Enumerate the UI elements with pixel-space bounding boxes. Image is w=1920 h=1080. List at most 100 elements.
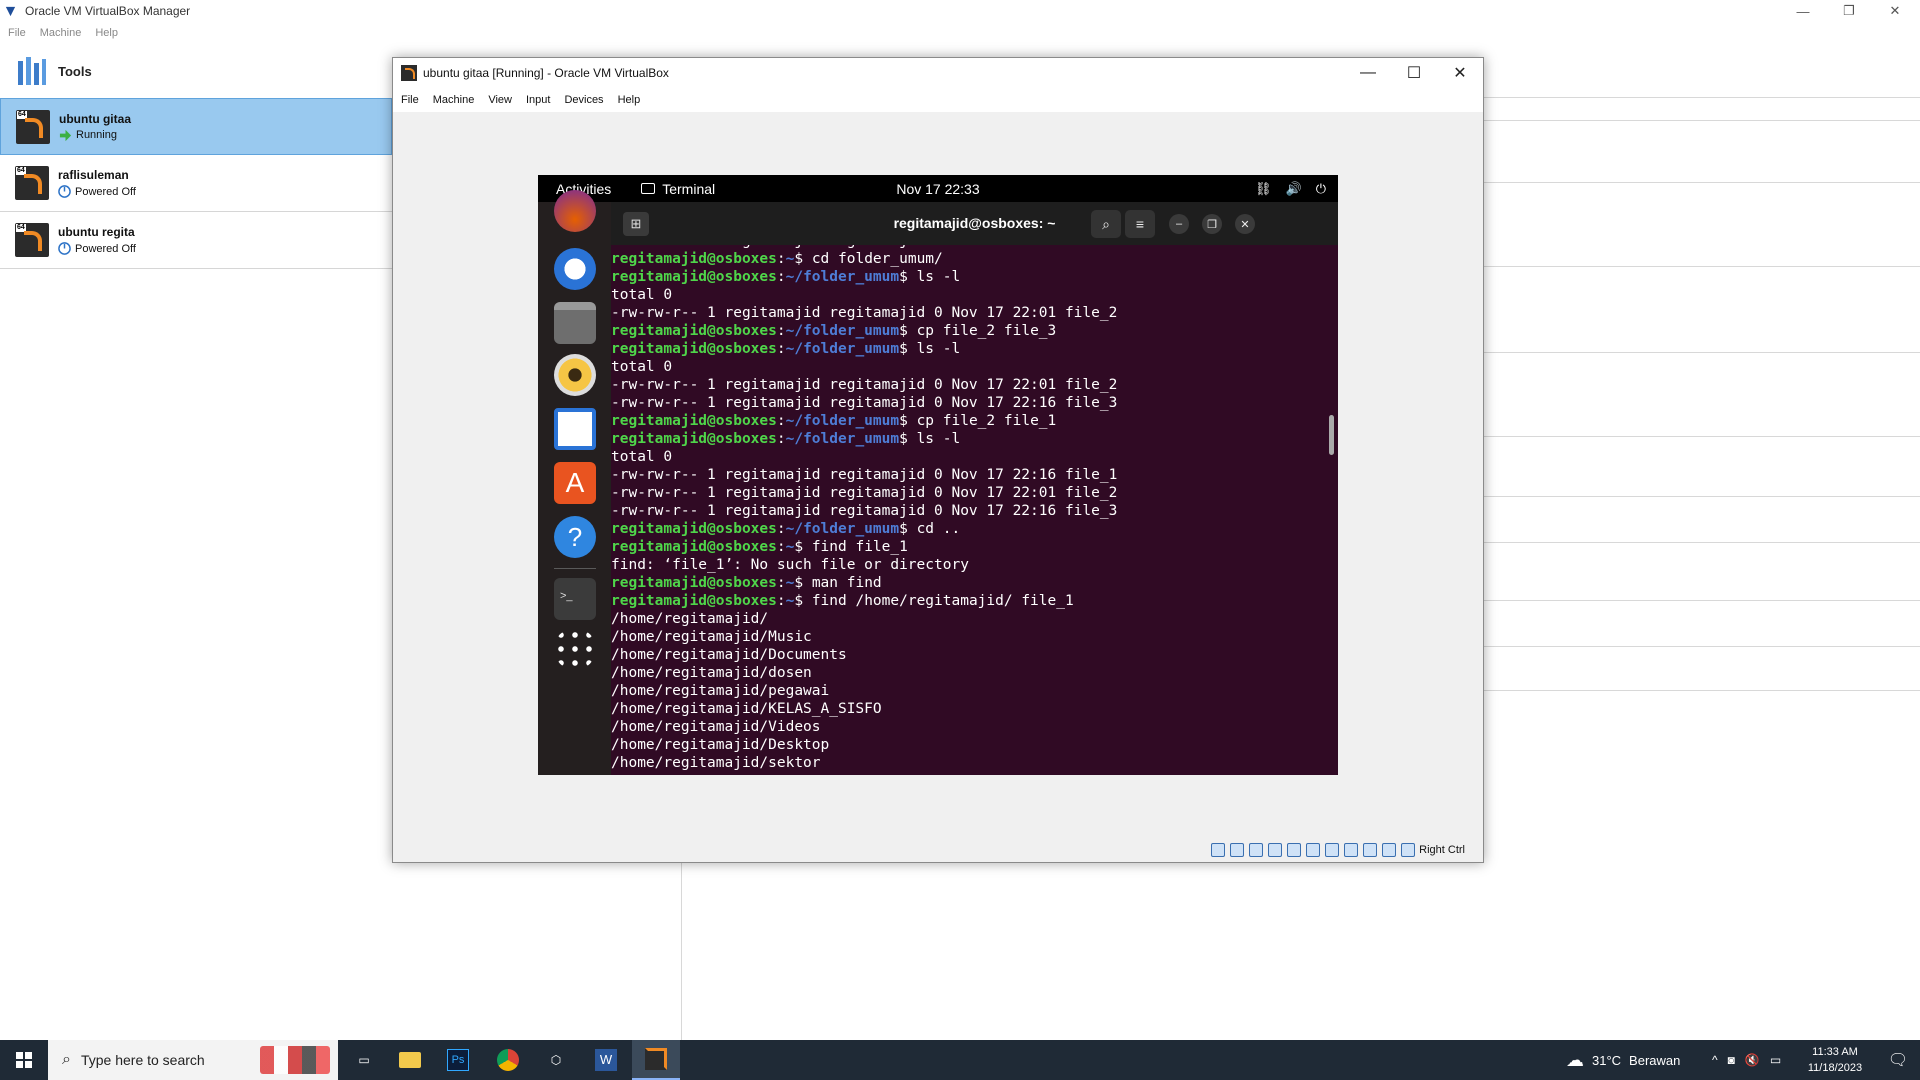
vm-menu-view[interactable]: View — [488, 94, 512, 106]
close-button[interactable]: ✕ — [1872, 0, 1918, 22]
terminal-scrollbar[interactable] — [1329, 415, 1334, 455]
vm-close-button[interactable]: ✕ — [1437, 58, 1483, 88]
network-icon[interactable] — [1268, 843, 1283, 857]
terminal-line: regitamajid@osboxes:~/folder_umum$ ls -l — [611, 341, 961, 357]
restore-icon[interactable]: ❐ — [1202, 214, 1222, 234]
restore-button[interactable]: ❐ — [1826, 0, 1872, 22]
menu-help[interactable]: Help — [95, 27, 118, 39]
help-icon[interactable]: ? — [554, 516, 596, 558]
minimize-button[interactable]: — — [1780, 0, 1826, 22]
vm-state-label: Running — [76, 129, 117, 141]
taskbar-clock[interactable]: 11:33 AM 11/18/2023 — [1800, 1044, 1870, 1076]
vm-window-icon — [401, 65, 417, 81]
vm-menubar: File Machine View Input Devices Help — [393, 88, 1483, 112]
keyboard-icon[interactable] — [1401, 843, 1416, 857]
display-icon[interactable] — [1325, 843, 1340, 857]
vm-item-ubuntu-gitaa[interactable]: 64 ubuntu gitaa Running — [0, 98, 392, 155]
notifications-icon[interactable]: 🗨 — [1878, 1040, 1918, 1080]
camera-icon[interactable]: ◙ — [1728, 1053, 1735, 1067]
output-text: /home/regitamajid/Desktop — [611, 737, 830, 753]
close-icon[interactable]: ✕ — [1235, 214, 1255, 234]
hamburger-menu-icon[interactable]: ≡ — [1125, 210, 1155, 238]
output-text: total 0 — [611, 449, 673, 465]
vm-menu-machine[interactable]: Machine — [433, 94, 475, 106]
terminal-window[interactable]: ⊞ regitamajid@osboxes: ~ ⌕ ≡ – ❐ ✕ drwxr… — [611, 202, 1338, 775]
word-icon[interactable]: W — [582, 1040, 630, 1080]
virtualbox-taskbar-icon[interactable] — [632, 1040, 680, 1080]
system-tray[interactable]: ⛓ 🔊 ⏻ — [1255, 175, 1326, 202]
network-icon[interactable]: ▭ — [1770, 1053, 1781, 1067]
usb-icon[interactable] — [1287, 843, 1302, 857]
vm-menu-devices[interactable]: Devices — [564, 94, 603, 106]
weather-widget[interactable]: ☁ 31°C Berawan — [1566, 1040, 1680, 1080]
terminal-line: -rw-rw-r-- 1 regitamajid regitamajid 0 N… — [611, 484, 1311, 502]
terminal-line: find: ‘file_1’: No such file or director… — [611, 556, 1311, 574]
cpu-icon[interactable] — [1363, 843, 1378, 857]
vm-menu-input[interactable]: Input — [526, 94, 550, 106]
terminal-line: /home/regitamajid/Music — [611, 628, 1311, 646]
terminal-line: regitamajid@osboxes:~/folder_umum$ ls -l — [611, 431, 961, 447]
dock-separator — [554, 568, 596, 569]
audio-icon[interactable] — [1249, 843, 1264, 857]
prompt-user: regitamajid@osboxes — [611, 323, 777, 339]
libreoffice-writer-icon[interactable] — [554, 408, 596, 450]
files-icon[interactable] — [554, 302, 596, 344]
menu-machine[interactable]: Machine — [40, 27, 82, 39]
search-icon[interactable]: ⌕ — [1091, 210, 1121, 238]
virtualbox-icon — [5, 6, 16, 16]
terminal-line: regitamajid@osboxes:~/folder_umum$ cp fi… — [611, 323, 1057, 339]
output-text: -rw-rw-r-- 1 regitamajid regitamajid 0 N… — [611, 485, 1118, 501]
photoshop-icon[interactable]: Ps — [434, 1040, 482, 1080]
taskbar-time: 11:33 AM — [1812, 1046, 1858, 1058]
vm-state: Powered Off — [58, 185, 136, 198]
prompt-path: ~/folder_umum — [785, 521, 900, 537]
3d-viewer-icon[interactable]: ⬡ — [532, 1040, 580, 1080]
vm-item-raflisuleman[interactable]: 64 raflisuleman Powered Off — [0, 155, 392, 212]
power-off-icon — [58, 185, 71, 198]
volume-icon[interactable]: 🔊 — [1286, 181, 1302, 197]
app-menu[interactable]: Terminal — [641, 181, 715, 197]
show-apps-grid-icon[interactable] — [554, 628, 596, 670]
menu-file[interactable]: File — [8, 27, 26, 39]
file-explorer-icon[interactable] — [386, 1040, 434, 1080]
vm-item-ubuntu-regita[interactable]: 64 ubuntu regita Powered Off — [0, 212, 392, 269]
prompt-user: regitamajid@osboxes — [611, 341, 777, 357]
mouse-integration-icon[interactable] — [1382, 843, 1397, 857]
output-text: /home/regitamajid/KELAS_A_SISFO — [611, 701, 882, 717]
optical-drive-icon[interactable] — [1230, 843, 1245, 857]
shared-folders-icon[interactable] — [1306, 843, 1321, 857]
guest-screen[interactable]: Activities Terminal Nov 17 22:33 ⛓ 🔊 ⏻ A… — [538, 175, 1338, 775]
terminal-line: regitamajid@osboxes:~/folder_umum$ cd .. — [611, 521, 961, 537]
recording-icon[interactable] — [1344, 843, 1359, 857]
chevron-up-icon[interactable]: ^ — [1712, 1053, 1718, 1067]
hard-disk-icon[interactable] — [1211, 843, 1226, 857]
terminal-line: -rw-rw-r-- 1 regitamajid regitamajid 0 N… — [611, 304, 1311, 322]
network-icon[interactable]: ⛓ — [1255, 181, 1272, 197]
vm-menu-help[interactable]: Help — [618, 94, 641, 106]
command-text: cp file_2 file_1 — [916, 413, 1057, 429]
firefox-icon[interactable] — [554, 190, 596, 232]
chrome-icon[interactable] — [484, 1040, 532, 1080]
vm-state: Running — [59, 129, 131, 142]
tools-icon — [18, 57, 46, 85]
rhythmbox-icon[interactable] — [554, 354, 596, 396]
vm-minimize-button[interactable]: — — [1345, 58, 1391, 88]
mute-icon[interactable]: 🔇 — [1745, 1053, 1760, 1067]
tools-item[interactable]: Tools — [0, 46, 392, 96]
taskbar-search[interactable]: ⌕ Type here to search — [48, 1040, 338, 1080]
cloud-icon: ☁ — [1566, 1049, 1584, 1070]
terminal-line: regitamajid@osboxes:~$ man find — [611, 575, 882, 591]
thunderbird-icon[interactable] — [554, 248, 596, 290]
terminal-output[interactable]: drwxr-xr-x 2 regitamajid regitamajid 409… — [611, 245, 1338, 775]
search-highlight-icon — [260, 1046, 330, 1074]
terminal-dock-icon[interactable]: >_ — [554, 578, 596, 620]
task-view-icon[interactable]: ▭ — [340, 1040, 388, 1080]
prompt-user: regitamajid@osboxes — [611, 269, 777, 285]
minimize-icon[interactable]: – — [1169, 214, 1189, 234]
start-button[interactable] — [0, 1040, 48, 1080]
app-center-icon[interactable]: A — [554, 462, 596, 504]
prompt-user: regitamajid@osboxes — [611, 431, 777, 447]
vm-maximize-button[interactable]: ☐ — [1391, 58, 1437, 88]
power-icon[interactable]: ⏻ — [1316, 181, 1326, 197]
vm-menu-file[interactable]: File — [401, 94, 419, 106]
